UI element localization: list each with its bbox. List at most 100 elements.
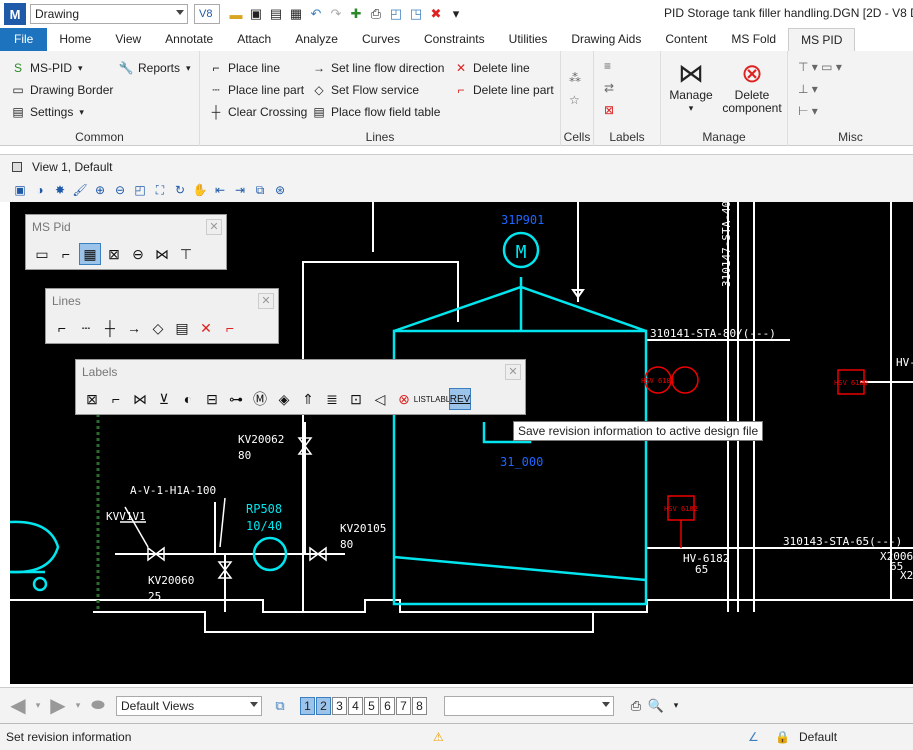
tab-view[interactable]: View [103,28,153,51]
more-dropdown-icon[interactable]: ▾ [668,698,684,714]
manage-button[interactable]: ⋈ Manage ▾ [667,57,715,115]
misc-tool-2-icon[interactable]: ⊥ ▾ [798,82,818,96]
line-tool-icon[interactable]: ⌐ [55,243,77,265]
window-area-icon[interactable]: ◰ [132,182,148,198]
lighting-icon[interactable]: ✸ [52,182,68,198]
tab-constraints[interactable]: Constraints [412,28,497,51]
view-group-icon[interactable]: ⬬ [90,697,106,714]
tab-ms-fold[interactable]: MS Fold [719,28,788,51]
tab-utilities[interactable]: Utilities [497,28,560,51]
label-circle-icon[interactable]: ◐ [177,388,199,410]
tab-ms-pid[interactable]: MS PID [788,28,856,51]
place-line-button[interactable]: ⌐ Place line [208,60,280,76]
close-icon[interactable]: ✕ [258,293,274,309]
window-icon[interactable]: ◳ [408,6,424,22]
view-5-button[interactable]: 5 [364,696,379,715]
label-tank-icon[interactable]: ⊟ [201,388,223,410]
settings-button[interactable]: ▤ Settings ▾ [10,104,84,120]
view-1-button[interactable]: 1 [300,696,315,715]
tab-attach[interactable]: Attach [225,28,283,51]
misc-tool-icon[interactable]: ⊤ [175,243,197,265]
back-icon[interactable]: ◀ [10,695,26,717]
view-windows-icon[interactable]: ⧉ [272,698,288,714]
view-display-icon[interactable]: ⊛ [272,182,288,198]
warning-icon[interactable]: ⚠ [433,730,444,744]
copy-view-icon[interactable]: ⧉ [252,182,268,198]
place-line-part-button[interactable]: ┄ Place line part [208,82,304,98]
delete-line-icon[interactable]: ✕ [195,317,217,339]
forward-icon[interactable]: ▶ [50,695,66,717]
customize-icon[interactable]: ▾ [448,6,464,22]
label-arrow-icon[interactable]: ◁ [369,388,391,410]
next-view-icon[interactable]: ⇥ [232,182,248,198]
delete-line-button[interactable]: ✕ Delete line [453,60,530,76]
label-delete-icon[interactable]: ⊗ [393,388,415,410]
forward-dropdown-icon[interactable]: ▾ [70,698,86,714]
level-combo[interactable]: V8 [194,4,220,24]
label-nozzle-icon[interactable]: ⊶ [225,388,247,410]
delete-line-part-button[interactable]: ⌐ Delete line part [453,82,553,98]
display-style-icon[interactable]: ◑ [32,182,48,198]
open-folder-icon[interactable]: ▬ [228,6,244,22]
view-2-button[interactable]: 2 [316,696,331,715]
view-search-icon[interactable]: 🔍 [648,698,664,714]
brush-icon[interactable]: 🖌 [72,182,88,198]
clear-crossing-button[interactable]: ┼ Clear Crossing [208,104,308,120]
delete-line-part-icon[interactable]: ⌐ [219,317,241,339]
list-labels-button[interactable]: LIST LABL [414,388,450,410]
crossing-icon[interactable]: ┼ [99,317,121,339]
fit-icon[interactable]: ◰ [388,6,404,22]
view-attributes-icon[interactable]: ▣ [12,182,28,198]
set-line-flow-direction-button[interactable]: → Set line flow direction [311,60,444,76]
close-icon[interactable]: ✕ [206,219,222,235]
label-delete-icon[interactable]: ⊠ [604,103,614,117]
label-line-icon[interactable]: ⌐ [105,388,127,410]
fit-view-icon[interactable]: ⛶ [152,182,168,198]
label-valve-icon[interactable]: ⋈ [129,388,151,410]
label-move-icon[interactable]: ⇄ [604,81,614,95]
save-icon[interactable]: ▣ [248,6,264,22]
lines-toolbox-header[interactable]: Lines ✕ [46,289,278,313]
tab-annotate[interactable]: Annotate [153,28,225,51]
label-motor-icon[interactable]: Ⓜ [249,388,271,410]
border-tool-icon[interactable]: ▭ [31,243,53,265]
instrument-tool-icon[interactable]: ⊖ [127,243,149,265]
label-box-icon[interactable]: ⊠ [81,388,103,410]
ms-pid-button[interactable]: S MS-PID ▾ [10,60,83,76]
reports-button[interactable]: 🔧 Reports ▾ [118,60,191,76]
workflow-combo[interactable]: Drawing [30,4,188,24]
rev-button[interactable]: REV [449,388,471,410]
close-x-icon[interactable]: ✖ [428,6,444,22]
drawing-canvas[interactable]: M 31P901 31_000 RP508 10/40 310141-STA-8… [10,202,913,684]
zoom-in-icon[interactable]: ⊕ [92,182,108,198]
close-icon[interactable]: ✕ [505,364,521,380]
tab-file[interactable]: File [0,28,48,51]
undo-icon[interactable]: ↶ [308,6,324,22]
place-flow-field-table-button[interactable]: ▤ Place flow field table [311,104,440,120]
line-part-icon[interactable]: ┄ [75,317,97,339]
tab-analyze[interactable]: Analyze [283,28,350,51]
labels-toolbox-header[interactable]: Labels ✕ [76,360,525,384]
lock-icon[interactable]: 🔒 [775,730,790,744]
tab-curves[interactable]: Curves [350,28,412,51]
tab-home[interactable]: Home [47,28,103,51]
view-3-button[interactable]: 3 [332,696,347,715]
flow-table-icon[interactable]: ▤ [171,317,193,339]
misc-tool-3-icon[interactable]: ⊢ ▾ [798,104,818,118]
zoom-out-icon[interactable]: ⊖ [112,182,128,198]
view-window-icon[interactable] [12,161,22,172]
pan-view-icon[interactable]: ✋ [192,182,208,198]
previous-view-icon[interactable]: ⇤ [212,182,228,198]
view-8-button[interactable]: 8 [412,696,427,715]
flow-arrow-icon[interactable]: → [123,317,145,339]
compress-icon[interactable]: ▦ [288,6,304,22]
tab-content[interactable]: Content [653,28,719,51]
flow-service-icon[interactable]: ◇ [147,317,169,339]
star-icon[interactable]: ☆ [569,93,580,107]
search-combo[interactable] [444,695,614,716]
view-7-button[interactable]: 7 [396,696,411,715]
delete-component-button[interactable]: ⊗ Delete component [719,57,785,115]
back-dropdown-icon[interactable]: ▾ [30,698,46,714]
mspid-toolbox-header[interactable]: MS Pid ✕ [26,215,226,239]
misc-tool-1-icon[interactable]: ⊤ ▾ ▭ ▾ [798,60,842,74]
